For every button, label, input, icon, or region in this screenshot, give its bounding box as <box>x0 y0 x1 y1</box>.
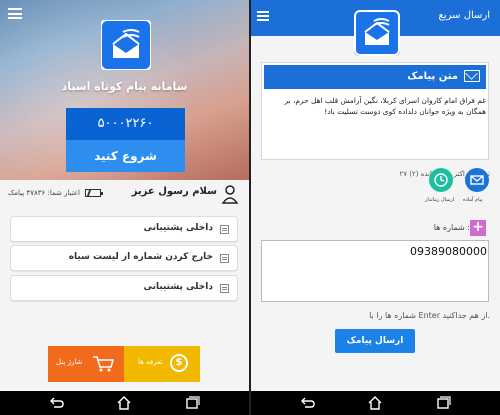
cart-icon <box>93 356 114 372</box>
page-title: ارسال سریع <box>438 10 490 21</box>
menu-item-blacklist[interactable]: خارج کردن شماره از لیست سیاه <box>10 245 238 271</box>
message-header-label: متن پیامک <box>407 71 458 82</box>
add-number-button[interactable]: + <box>470 220 486 236</box>
back-icon[interactable] <box>299 395 315 411</box>
user-info: سلام رسول عزیز اعتبار شما: ۴۷۸۳۶ پیامک <box>0 184 249 206</box>
footer-actions: شارژ پنل تعرفه ها $ <box>0 346 249 382</box>
home-icon[interactable] <box>367 395 383 411</box>
charge-label: شارژ پنل <box>56 358 83 366</box>
clock-icon <box>434 173 448 187</box>
home-screen: سامانه پیام کوتاه اسپاد ۵۰۰۰۲۲۶۰ شروع کن… <box>0 0 249 415</box>
brand-title: سامانه پیام کوتاه اسپاد <box>61 80 188 93</box>
list-icon <box>220 254 229 263</box>
start-button[interactable]: شروع کنید <box>66 140 185 172</box>
numbers-hint: شماره ها را با Enter از هم جداکنید. <box>369 311 490 320</box>
user-greeting: سلام رسول عزیز <box>131 186 217 197</box>
list-icon <box>220 225 229 234</box>
message-card: متن پیامک غم فراق امام کاروان اسرای کربل… <box>261 62 489 160</box>
tariffs-button[interactable]: تعرفه ها $ <box>124 346 200 382</box>
battery-icon <box>85 189 104 197</box>
quick-send-screen: ارسال سریع متن پیامک غم فراق امام کاروان… <box>251 0 500 415</box>
credit-text: اعتبار شما: ۴۷۸۳۶ پیامک <box>8 189 80 197</box>
back-icon[interactable] <box>48 395 64 411</box>
recent-apps-icon[interactable] <box>184 395 200 411</box>
line-number: ۵۰۰۰۲۲۶۰ <box>66 108 185 140</box>
menu-item-support-2[interactable]: داخلی پشتیبانی <box>10 275 238 301</box>
charge-panel-button[interactable]: شارژ پنل <box>48 346 124 382</box>
system-nav-bar <box>0 391 249 415</box>
home-icon[interactable] <box>116 395 132 411</box>
dollar-icon: $ <box>170 354 188 372</box>
message-header: متن پیامک <box>264 65 486 89</box>
envelope-icon <box>464 70 480 82</box>
numbers-textarea[interactable]: 09389080000 <box>261 240 489 302</box>
menu-item-support-1[interactable]: داخلی پشتیبانی <box>10 216 238 242</box>
menu-icon[interactable] <box>8 8 22 19</box>
tariffs-label: تعرفه ها <box>138 358 163 366</box>
ready-message-button[interactable] <box>465 168 489 192</box>
numbers-label: شماره ها : <box>433 223 470 232</box>
message-textarea[interactable]: غم فراق امام کاروان اسرای کربلا، نگین آر… <box>266 95 486 117</box>
app-logo-icon <box>354 10 400 56</box>
system-nav-bar <box>251 391 500 415</box>
credit-info: اعتبار شما: ۴۷۸۳۶ پیامک <box>8 189 104 197</box>
send-sms-button[interactable]: ارسال پیامک <box>335 329 415 353</box>
menu-item-label: خارج کردن شماره از لیست سیاه <box>68 252 213 262</box>
menu-item-label: داخلی پشتیبانی <box>143 282 213 292</box>
ready-message-label: پیام آماده <box>463 197 483 203</box>
app-logo-icon <box>101 20 151 70</box>
scheduled-send-label: ارسال زماندار <box>425 197 455 203</box>
list-icon <box>220 284 229 293</box>
envelope-icon <box>470 175 484 185</box>
user-icon <box>221 185 239 204</box>
menu-icon[interactable] <box>257 11 269 21</box>
scheduled-send-button[interactable] <box>429 168 453 192</box>
numbers-value: 09389080000 <box>410 245 487 258</box>
recent-apps-icon[interactable] <box>435 395 451 411</box>
menu-item-label: داخلی پشتیبانی <box>143 223 213 233</box>
